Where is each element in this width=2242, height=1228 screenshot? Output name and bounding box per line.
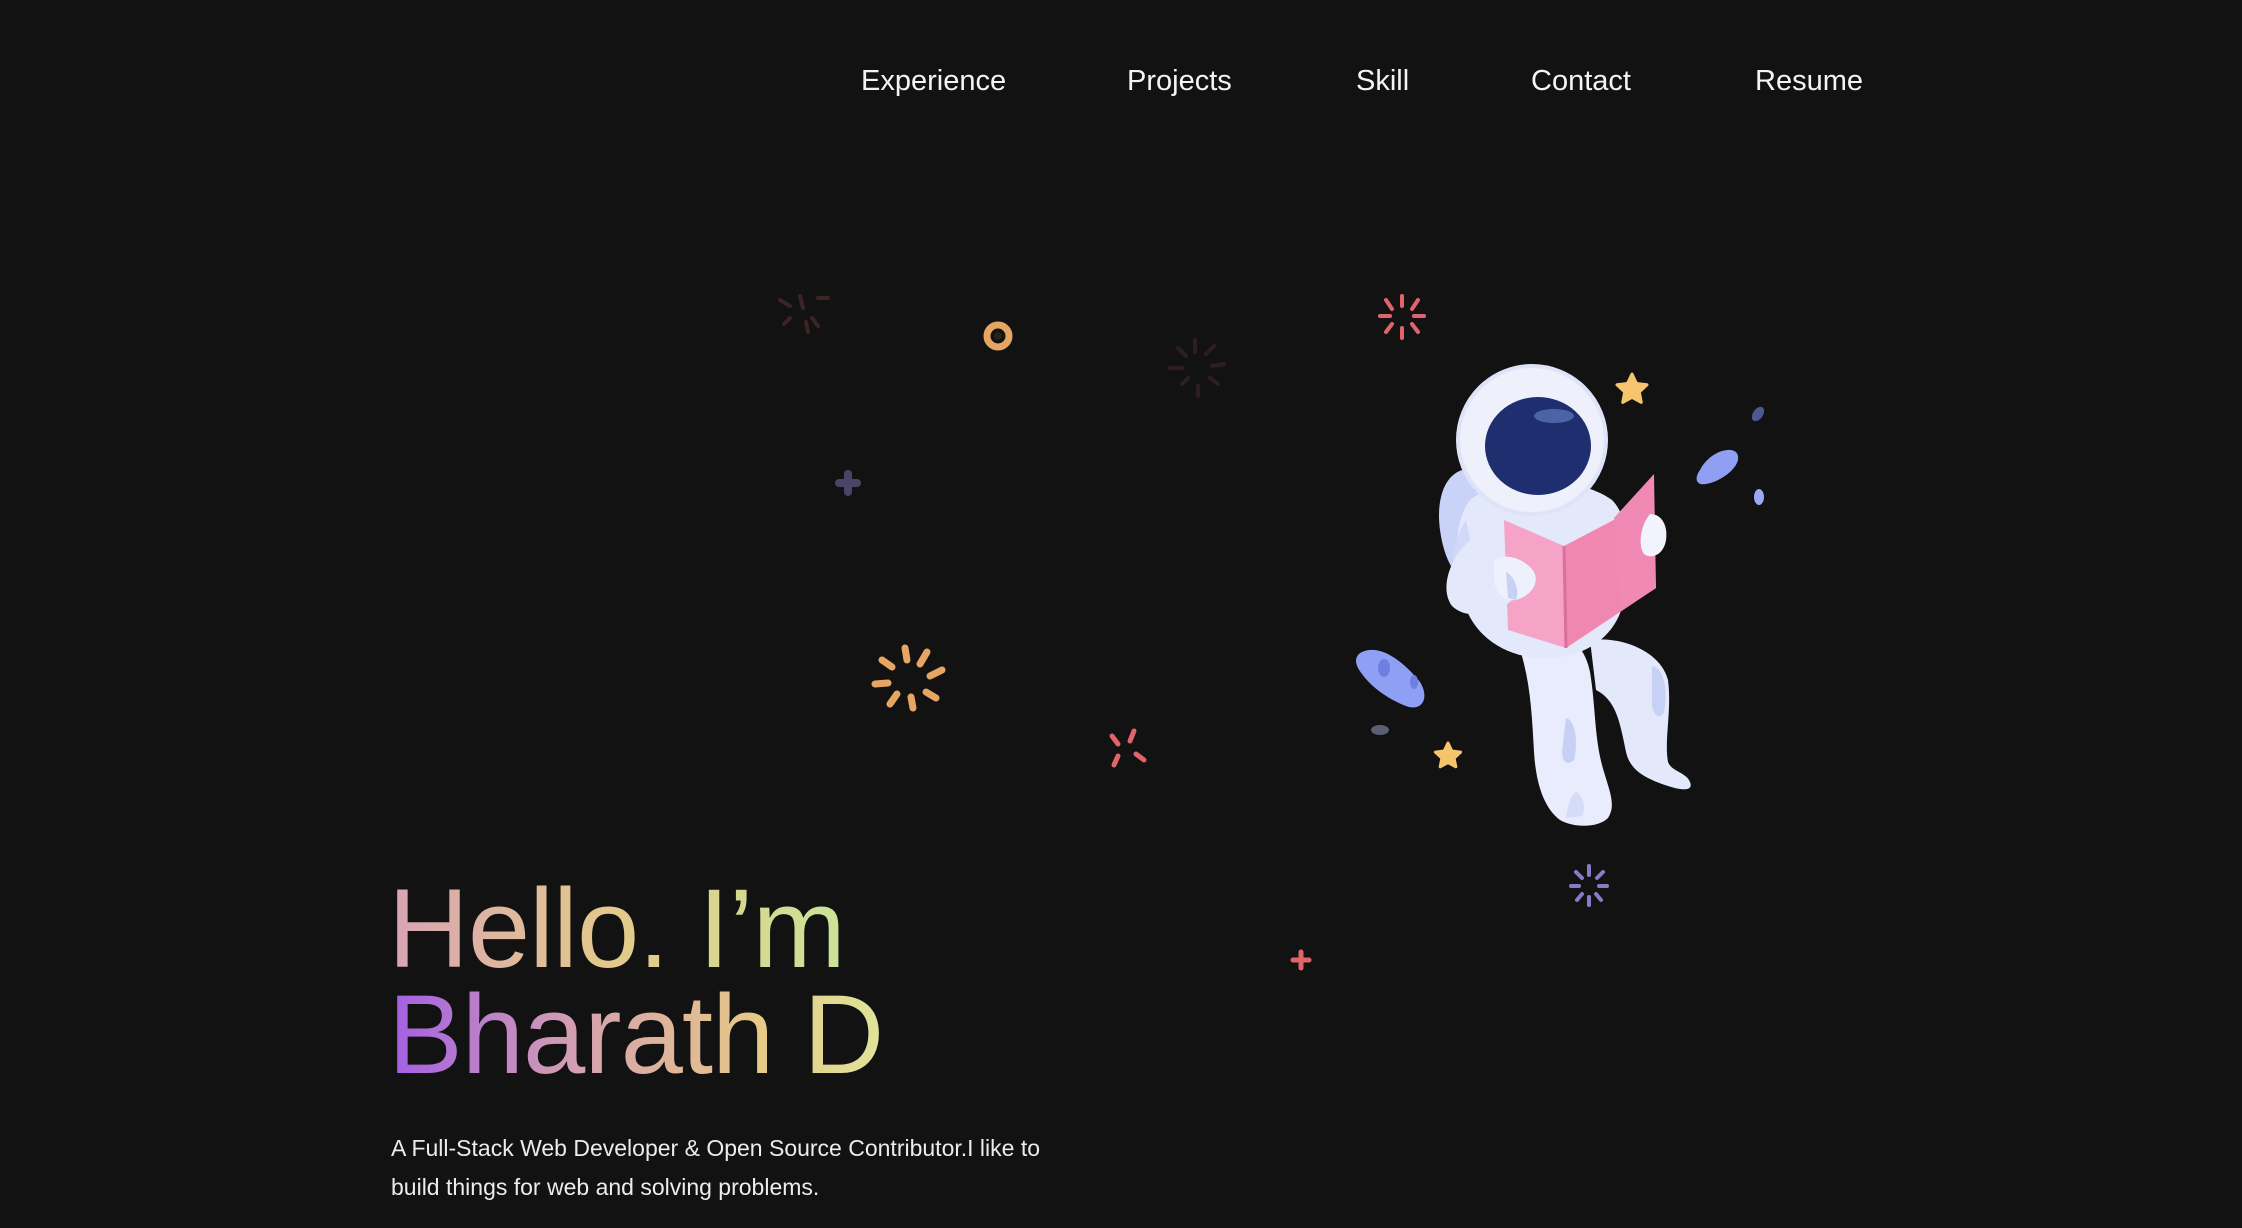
- hero-description: A Full-Stack Web Developer & Open Source…: [391, 1135, 1040, 1200]
- plus-icon: [835, 470, 861, 496]
- star-icon: [1433, 741, 1463, 769]
- astronaut-illustration: [1438, 364, 1691, 826]
- sparkle-icon: [1109, 728, 1147, 768]
- sparkle-icon: [871, 644, 946, 712]
- portfolio-page: Experience Projects Skill Contact Resume: [0, 0, 2242, 1228]
- star-icon: [1615, 372, 1649, 404]
- sparkle-icon: [1168, 338, 1226, 398]
- hero-heading: Hello. I’m Bharath D: [388, 873, 884, 1097]
- rock-icon: [1356, 649, 1425, 735]
- hero-name: Bharath D: [388, 972, 884, 1097]
- plus-icon: [1290, 949, 1312, 971]
- rock-icon: [1696, 406, 1765, 505]
- space-illustration: [778, 294, 1765, 971]
- sparkle-icon: [1378, 294, 1426, 340]
- hero-greeting: Hello. I’m: [388, 873, 883, 985]
- ring-icon: [983, 321, 1013, 351]
- sparkle-icon: [1569, 864, 1609, 907]
- sparkle-icon: [778, 294, 830, 334]
